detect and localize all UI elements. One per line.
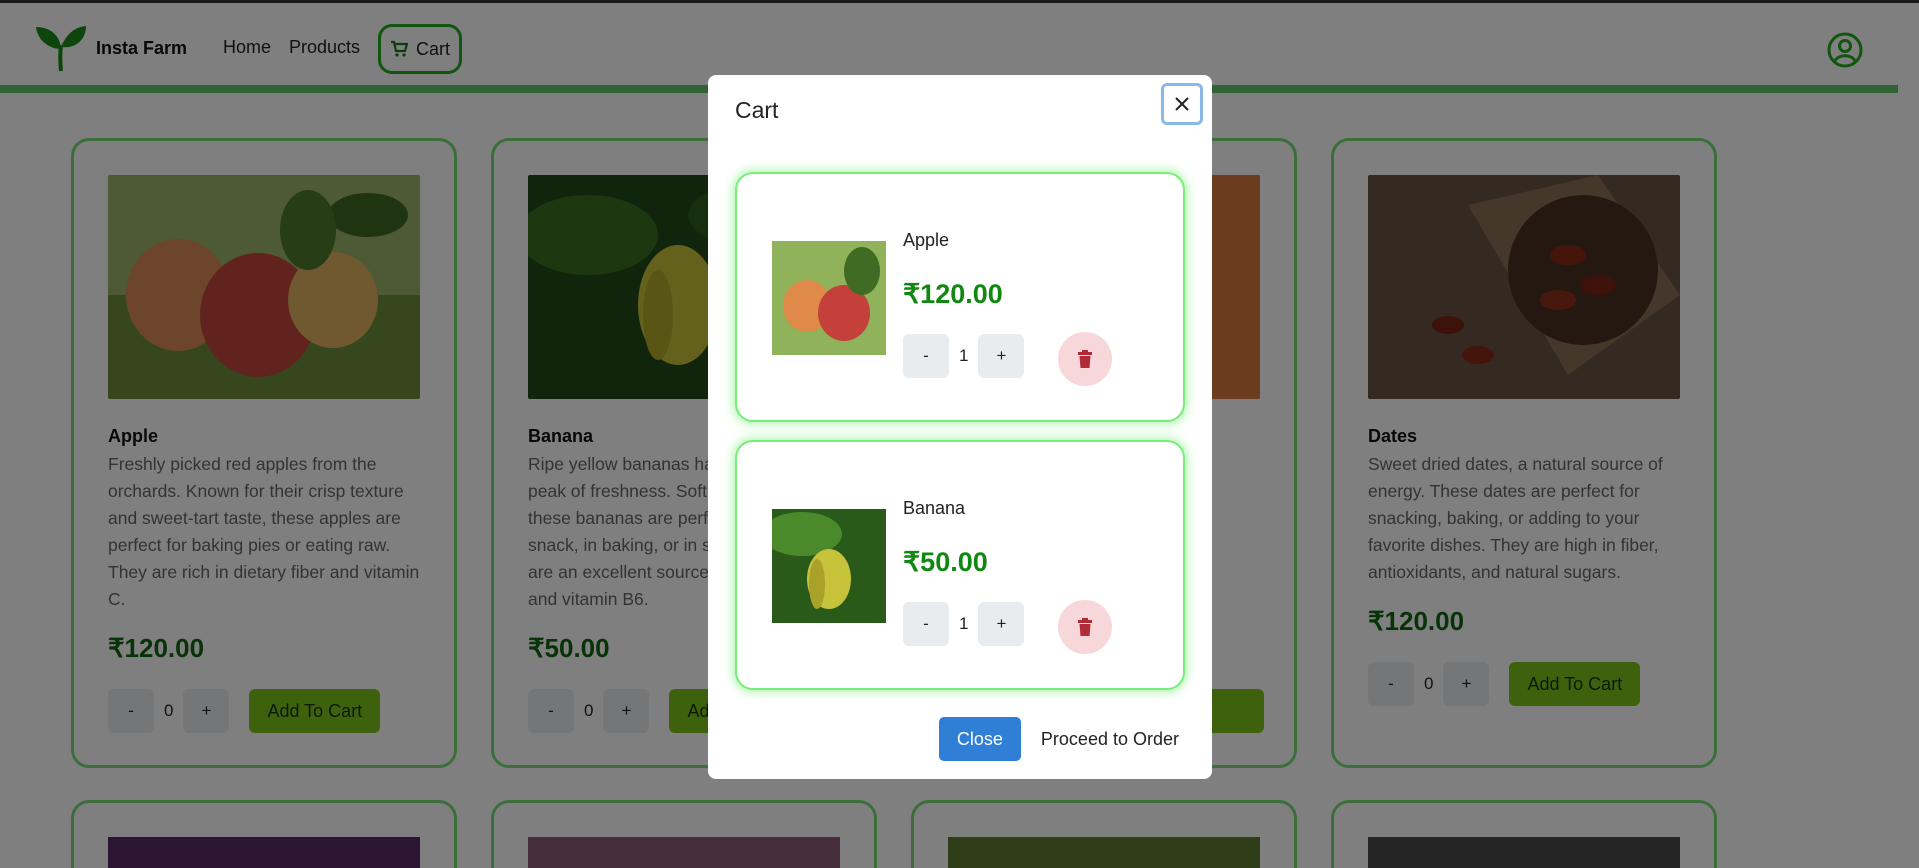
modal-title: Cart [735, 97, 779, 123]
increment-button[interactable]: + [978, 602, 1025, 646]
trash-icon [1078, 350, 1092, 368]
close-modal-button[interactable]: Close [938, 717, 1021, 761]
cart-item-price: ₹120.00 [903, 279, 1003, 309]
close-icon [1175, 97, 1189, 111]
proceed-to-order-button[interactable]: Proceed to Order [1034, 717, 1185, 761]
cart-item-name: Apple [903, 230, 950, 250]
quantity-stepper: - 1 + [903, 334, 1025, 378]
delete-item-button[interactable] [1058, 332, 1112, 386]
cart-item-banana: Banana ₹50.00 - 1 + [735, 440, 1185, 690]
decrement-button[interactable]: - [903, 602, 949, 646]
modal-footer: Close Proceed to Order [938, 717, 1185, 761]
quantity-stepper: - 1 + [903, 602, 1025, 646]
cart-item-image [772, 241, 886, 355]
cart-item-price: ₹50.00 [903, 547, 988, 577]
cart-modal: Cart Apple ₹120.00 - 1 + Banana ₹50.00 -… [708, 75, 1212, 779]
close-button[interactable] [1161, 83, 1203, 125]
decrement-button[interactable]: - [903, 334, 949, 378]
cart-item-apple: Apple ₹120.00 - 1 + [735, 172, 1185, 422]
trash-icon [1078, 618, 1092, 636]
quantity-value: 1 [959, 614, 969, 633]
cart-item-name: Banana [903, 498, 966, 518]
cart-item-image [772, 509, 886, 623]
quantity-value: 1 [959, 346, 969, 365]
delete-item-button[interactable] [1058, 600, 1112, 654]
increment-button[interactable]: + [978, 334, 1025, 378]
